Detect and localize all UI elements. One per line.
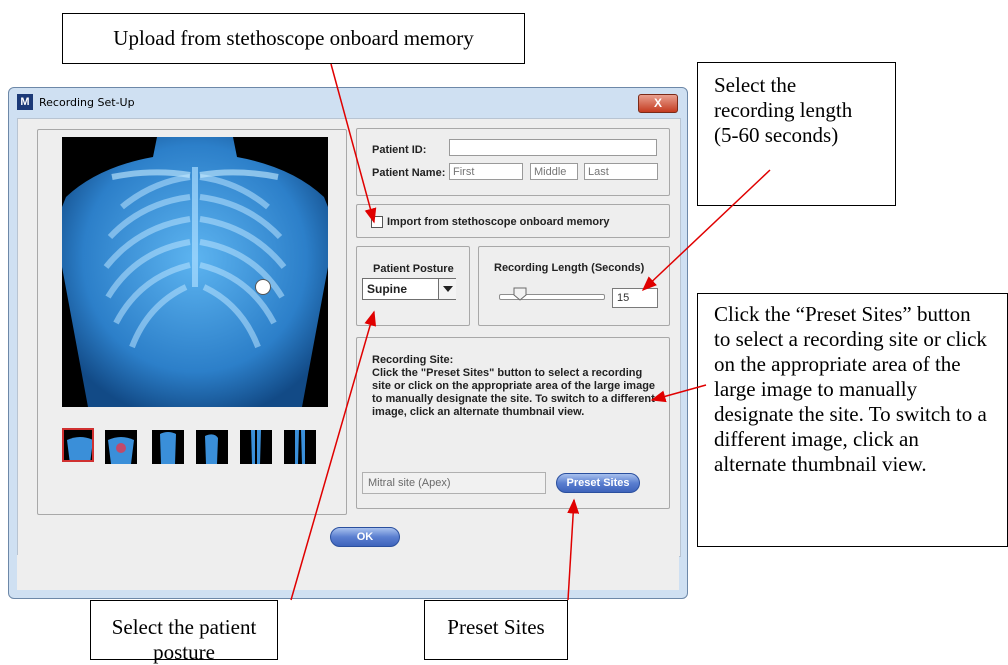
- app-icon: M: [17, 94, 33, 110]
- recording-site-field[interactable]: Mitral site (Apex): [362, 472, 546, 494]
- thumbnail-torso-side[interactable]: [196, 430, 228, 464]
- chest-front-thumb-icon: [64, 430, 92, 460]
- recording-length-value[interactable]: 15: [612, 288, 658, 308]
- legs-front-thumb-icon: [240, 430, 272, 464]
- window-title: Recording Set-Up: [39, 96, 135, 109]
- dialog-footer: [17, 555, 679, 590]
- torso-side-thumb-icon: [196, 430, 228, 464]
- length-panel: [478, 246, 670, 326]
- slider-thumb-icon: [513, 287, 527, 301]
- callout-recording-length: Select the recording length (5-60 second…: [697, 62, 896, 206]
- preset-sites-button[interactable]: Preset Sites: [556, 473, 640, 493]
- slider-thumb[interactable]: [513, 287, 527, 301]
- close-button[interactable]: X: [638, 94, 678, 113]
- title-bar[interactable]: M Recording Set-Up X: [9, 88, 687, 118]
- thumbnail-legs-front[interactable]: [240, 430, 272, 464]
- torso-front-thumb-icon: [152, 430, 184, 464]
- import-label: Import from stethoscope onboard memory: [387, 216, 610, 228]
- recording-site-instructions: Click the "Preset Sites" button to selec…: [372, 367, 656, 418]
- chest-illustration: [62, 137, 328, 407]
- posture-label: Patient Posture: [373, 263, 454, 275]
- legs-back-thumb-icon: [284, 430, 316, 464]
- chest-image[interactable]: [62, 137, 328, 407]
- recording-site-heading: Recording Site:: [372, 354, 454, 366]
- thumbnail-torso-front[interactable]: [152, 430, 184, 464]
- callout-posture: Select the patient posture: [90, 600, 278, 664]
- thumbnail-legs-back[interactable]: [284, 430, 316, 464]
- patient-id-label: Patient ID:: [372, 144, 427, 156]
- chevron-down-icon[interactable]: [438, 279, 456, 299]
- chest-back-thumb-icon: [105, 430, 137, 464]
- callout-upload: Upload from stethoscope onboard memory: [62, 13, 525, 64]
- patient-name-label: Patient Name:: [372, 167, 446, 179]
- callout-preset-sites: Preset Sites: [424, 600, 568, 660]
- import-checkbox[interactable]: [371, 216, 383, 228]
- site-marker[interactable]: [255, 279, 271, 295]
- first-name-field[interactable]: [449, 163, 523, 180]
- thumbnail-chest-back[interactable]: [105, 430, 137, 464]
- callout-preset-description: Click the “Preset Sites” button to selec…: [697, 293, 1008, 547]
- recording-length-label: Recording Length (Seconds): [494, 262, 645, 274]
- middle-name-field[interactable]: [530, 163, 578, 180]
- last-name-field[interactable]: [584, 163, 658, 180]
- thumbnail-chest-front[interactable]: [62, 428, 94, 462]
- ok-button[interactable]: OK: [330, 527, 400, 547]
- patient-id-field[interactable]: [449, 139, 657, 156]
